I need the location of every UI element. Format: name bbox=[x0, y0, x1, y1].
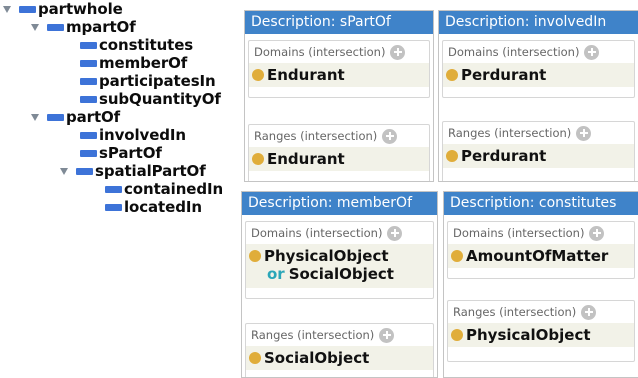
object-property-icon bbox=[80, 95, 97, 103]
description-panel-constitutes: Description: constitutes Domains (inters… bbox=[443, 191, 638, 378]
add-domain-icon[interactable] bbox=[589, 225, 605, 241]
ranges-section: Ranges (intersection) Endurant bbox=[248, 124, 430, 181]
expanded-triangle-icon[interactable] bbox=[3, 5, 12, 14]
domains-label: Domains (intersection) bbox=[453, 226, 585, 240]
domain-class-entry[interactable]: AmountOfMatter bbox=[448, 244, 634, 268]
tree-node-containedin[interactable]: containedIn bbox=[105, 180, 223, 198]
object-property-icon bbox=[47, 113, 64, 121]
description-panel-involvedin: Description: involvedIn Domains (interse… bbox=[438, 10, 638, 182]
class-icon bbox=[451, 329, 463, 341]
domain-class-entry[interactable]: PhysicalObject or SocialObject bbox=[246, 244, 433, 288]
class-icon bbox=[446, 69, 458, 81]
or-keyword: or bbox=[267, 265, 285, 283]
ranges-section: Ranges (intersection) Perdurant bbox=[442, 121, 635, 181]
expanded-triangle-icon[interactable] bbox=[60, 167, 69, 176]
tree-node-memberof[interactable]: memberOf bbox=[80, 54, 187, 72]
domains-label: Domains (intersection) bbox=[251, 226, 383, 240]
panel-title: Description: involvedIn bbox=[439, 11, 638, 34]
class-icon bbox=[252, 153, 264, 165]
class-icon bbox=[249, 352, 261, 364]
add-domain-icon[interactable] bbox=[390, 44, 406, 60]
class-icon bbox=[451, 250, 463, 262]
object-property-icon bbox=[47, 23, 64, 31]
expanded-triangle-icon[interactable] bbox=[31, 23, 40, 32]
class-icon bbox=[249, 250, 261, 262]
range-class-entry[interactable]: PhysicalObject bbox=[448, 323, 634, 347]
class-icon bbox=[252, 69, 264, 81]
panel-title: Description: memberOf bbox=[242, 192, 437, 215]
description-panel-spartof: Description: sPartOf Domains (intersecti… bbox=[244, 10, 434, 182]
add-range-icon[interactable] bbox=[576, 125, 592, 141]
ranges-label: Ranges (intersection) bbox=[251, 328, 375, 342]
range-class-entry[interactable]: SocialObject bbox=[246, 346, 433, 370]
domains-section: Domains (intersection) Endurant bbox=[248, 40, 430, 98]
panel-title: Description: constitutes bbox=[444, 192, 638, 215]
domains-label: Domains (intersection) bbox=[254, 45, 386, 59]
domains-label: Domains (intersection) bbox=[448, 45, 580, 59]
object-property-icon bbox=[105, 185, 122, 193]
object-property-icon bbox=[19, 5, 36, 13]
ranges-section: Ranges (intersection) PhysicalObject bbox=[447, 300, 635, 362]
object-property-icon bbox=[80, 59, 97, 67]
tree-node-constitutes[interactable]: constitutes bbox=[80, 36, 193, 54]
add-domain-icon[interactable] bbox=[387, 225, 403, 241]
tree-node-partof[interactable]: partOf bbox=[31, 108, 120, 126]
range-class-entry[interactable]: Endurant bbox=[249, 147, 429, 171]
tree-node-partwhole[interactable]: partwhole bbox=[3, 0, 123, 18]
panel-title: Description: sPartOf bbox=[245, 11, 433, 34]
add-range-icon[interactable] bbox=[379, 327, 395, 343]
domain-class-entry[interactable]: Perdurant bbox=[443, 63, 634, 87]
property-hierarchy-tree: partwhole mpartOf constitutes memberOf p… bbox=[0, 0, 238, 376]
object-property-icon bbox=[76, 167, 93, 175]
tree-node-involvedin[interactable]: involvedIn bbox=[80, 126, 186, 144]
domains-section: Domains (intersection) Perdurant bbox=[442, 40, 635, 98]
tree-node-spatialpartof[interactable]: spatialPartOf bbox=[60, 162, 206, 180]
tree-node-mpartof[interactable]: mpartOf bbox=[31, 18, 136, 36]
add-range-icon[interactable] bbox=[581, 304, 597, 320]
add-range-icon[interactable] bbox=[382, 128, 398, 144]
tree-node-subquantityof[interactable]: subQuantityOf bbox=[80, 90, 221, 108]
tree-node-spartof[interactable]: sPartOf bbox=[80, 144, 162, 162]
domains-section: Domains (intersection) PhysicalObject or… bbox=[245, 221, 434, 299]
object-property-icon bbox=[105, 203, 122, 211]
ranges-label: Ranges (intersection) bbox=[448, 126, 572, 140]
class-icon bbox=[446, 150, 458, 162]
domain-class-entry[interactable]: Endurant bbox=[249, 63, 429, 87]
ranges-section: Ranges (intersection) SocialObject bbox=[245, 323, 434, 377]
ranges-label: Ranges (intersection) bbox=[453, 305, 577, 319]
object-property-icon bbox=[80, 77, 97, 85]
object-property-icon bbox=[80, 41, 97, 49]
ranges-label: Ranges (intersection) bbox=[254, 129, 378, 143]
expanded-triangle-icon[interactable] bbox=[31, 113, 40, 122]
object-property-icon bbox=[80, 131, 97, 139]
add-domain-icon[interactable] bbox=[584, 44, 600, 60]
tree-node-participatesin[interactable]: participatesIn bbox=[80, 72, 216, 90]
domains-section: Domains (intersection) AmountOfMatter bbox=[447, 221, 635, 279]
description-panel-memberof: Description: memberOf Domains (intersect… bbox=[241, 191, 438, 378]
object-property-icon bbox=[80, 149, 97, 157]
tree-node-locatedin[interactable]: locatedIn bbox=[105, 198, 202, 216]
range-class-entry[interactable]: Perdurant bbox=[443, 144, 634, 168]
